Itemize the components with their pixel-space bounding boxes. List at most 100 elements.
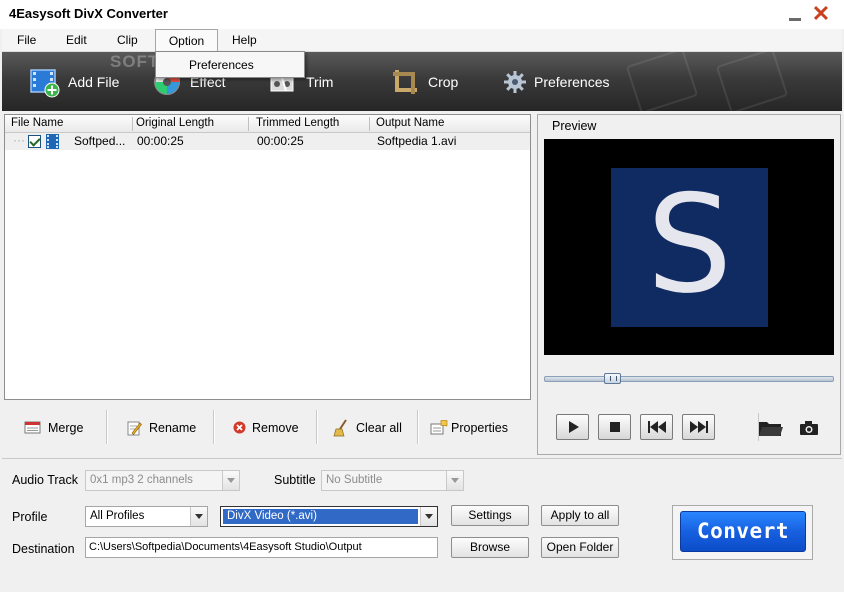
film-decoration bbox=[625, 47, 699, 115]
profile-category-value: All Profiles bbox=[90, 510, 145, 522]
rename-button[interactable]: Rename bbox=[125, 400, 196, 455]
close-icon[interactable]: ✕ bbox=[811, 3, 831, 25]
toolbar-separator bbox=[213, 410, 214, 444]
menu-bar: File Edit Clip Option Help bbox=[2, 29, 842, 52]
menu-option[interactable]: Option bbox=[155, 29, 218, 52]
settings-button[interactable]: Settings bbox=[451, 505, 529, 526]
remove-icon bbox=[232, 419, 246, 437]
cell-output-name: Softpedia 1.avi bbox=[377, 134, 457, 148]
add-file-button[interactable]: Add File bbox=[28, 52, 119, 111]
profile-category-select[interactable]: All Profiles bbox=[85, 506, 208, 527]
subtitle-value: No Subtitle bbox=[326, 474, 383, 486]
rewind-button[interactable] bbox=[640, 414, 673, 440]
chevron-down-icon bbox=[190, 507, 207, 526]
profile-format-select[interactable]: DivX Video (*.avi) bbox=[220, 506, 438, 527]
cell-original-length: 00:00:25 bbox=[137, 134, 184, 148]
remove-button[interactable]: Remove bbox=[232, 400, 299, 455]
toolbar-separator bbox=[417, 410, 418, 444]
list-action-bar: Merge Rename Remove Clear all Properties bbox=[4, 400, 531, 455]
subtitle-label: Subtitle bbox=[274, 473, 316, 487]
preview-label: Preview bbox=[552, 119, 597, 133]
destination-input[interactable]: C:\Users\Softpedia\Documents\4Easysoft S… bbox=[85, 537, 438, 558]
crop-label: Crop bbox=[428, 73, 459, 90]
broom-icon bbox=[332, 418, 350, 437]
subtitle-select[interactable]: No Subtitle bbox=[321, 470, 464, 491]
profile-format-value: DivX Video (*.avi) bbox=[227, 510, 317, 522]
column-original-length[interactable]: Original Length bbox=[136, 117, 214, 129]
minimize-icon[interactable] bbox=[786, 6, 804, 22]
title-bar: 4Easysoft DivX Converter ✕ bbox=[0, 0, 844, 29]
play-icon bbox=[568, 421, 579, 433]
folder-icon bbox=[759, 422, 783, 436]
forward-button[interactable] bbox=[682, 414, 715, 440]
cell-file-name: Softped... bbox=[74, 134, 126, 148]
profile-label: Profile bbox=[12, 510, 48, 524]
clear-all-label: Clear all bbox=[356, 420, 402, 435]
cell-trimmed-length: 00:00:25 bbox=[257, 134, 304, 148]
chevron-down-icon bbox=[420, 507, 437, 526]
crop-button[interactable]: Crop bbox=[388, 52, 458, 111]
chevron-down-icon bbox=[222, 471, 239, 490]
playback-controls bbox=[537, 400, 841, 455]
skip-forward-icon bbox=[689, 421, 708, 433]
window-title: 4Easysoft DivX Converter bbox=[9, 6, 168, 21]
seek-handle[interactable] bbox=[604, 373, 621, 384]
menu-file[interactable]: File bbox=[7, 29, 46, 52]
column-output-name[interactable]: Output Name bbox=[376, 117, 444, 129]
option-menu-dropdown: Preferences bbox=[155, 51, 305, 78]
preview-logo-letter: S bbox=[646, 166, 733, 323]
menu-help[interactable]: Help bbox=[222, 29, 267, 52]
column-separator bbox=[132, 117, 133, 131]
column-file-name[interactable]: File Name bbox=[11, 117, 63, 129]
rename-label: Rename bbox=[149, 420, 197, 435]
gear-icon bbox=[502, 65, 528, 99]
remove-label: Remove bbox=[252, 420, 299, 435]
convert-button[interactable]: Convert bbox=[680, 511, 806, 552]
stop-button[interactable] bbox=[598, 414, 631, 440]
merge-icon bbox=[24, 419, 42, 437]
toolbar-separator bbox=[316, 410, 317, 444]
audio-track-select[interactable]: 0x1 mp3 2 channels bbox=[85, 470, 240, 491]
add-file-icon bbox=[28, 65, 62, 99]
clear-all-button[interactable]: Clear all bbox=[332, 400, 402, 455]
menu-item-preferences[interactable]: Preferences bbox=[189, 58, 254, 72]
audio-track-label: Audio Track bbox=[12, 473, 79, 487]
camera-icon bbox=[800, 421, 818, 435]
table-row[interactable]: ··· Softped... 00:00:25 00:00:25 Softped… bbox=[5, 133, 530, 150]
properties-button[interactable]: Properties bbox=[430, 400, 508, 455]
crop-icon bbox=[388, 65, 422, 99]
merge-label: Merge bbox=[48, 420, 84, 435]
seek-bar[interactable] bbox=[544, 376, 834, 382]
trim-label: Trim bbox=[306, 73, 334, 90]
audio-track-value: 0x1 mp3 2 channels bbox=[90, 474, 193, 486]
skip-back-icon bbox=[647, 421, 666, 433]
snapshot-button[interactable] bbox=[799, 420, 821, 436]
browse-button[interactable]: Browse bbox=[451, 537, 529, 558]
column-trimmed-length[interactable]: Trimmed Length bbox=[256, 117, 339, 129]
tree-line: ··· bbox=[13, 133, 25, 147]
stop-icon bbox=[609, 422, 620, 432]
apply-to-all-button[interactable]: Apply to all bbox=[541, 505, 619, 526]
folder-button[interactable] bbox=[758, 419, 784, 437]
menu-clip[interactable]: Clip bbox=[107, 29, 148, 52]
add-file-label: Add File bbox=[68, 73, 120, 90]
toolbar-separator bbox=[106, 410, 107, 444]
preferences-button[interactable]: Preferences bbox=[502, 52, 609, 111]
column-separator bbox=[248, 117, 249, 131]
column-separator bbox=[369, 117, 370, 131]
open-folder-button[interactable]: Open Folder bbox=[541, 537, 619, 558]
chevron-down-icon bbox=[446, 471, 463, 490]
file-list[interactable]: File Name Original Length Trimmed Length… bbox=[4, 114, 531, 400]
destination-label: Destination bbox=[12, 542, 75, 556]
play-button[interactable] bbox=[556, 414, 589, 440]
preferences-label: Preferences bbox=[534, 73, 610, 90]
properties-label: Properties bbox=[451, 420, 508, 435]
rename-icon bbox=[125, 419, 143, 437]
preview-logo: S bbox=[611, 168, 768, 327]
row-checkbox[interactable] bbox=[28, 135, 41, 148]
merge-button[interactable]: Merge bbox=[24, 400, 83, 455]
properties-icon bbox=[430, 419, 448, 437]
menu-edit[interactable]: Edit bbox=[56, 29, 97, 52]
film-icon bbox=[45, 134, 60, 149]
file-list-header: File Name Original Length Trimmed Length… bbox=[5, 115, 530, 133]
